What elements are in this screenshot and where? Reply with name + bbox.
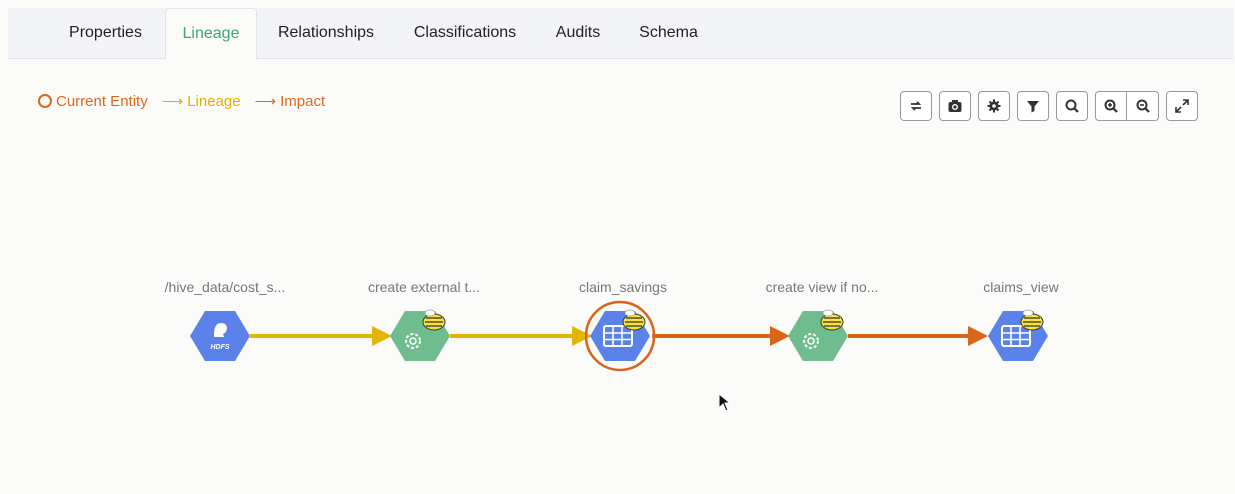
impact-edge <box>848 326 988 346</box>
node-label: claims_view <box>983 279 1059 295</box>
mouse-cursor-icon <box>718 393 732 412</box>
svg-text:HDFS: HDFS <box>210 344 229 351</box>
node-label: create view if no... <box>765 279 879 295</box>
node-label: /hive_data/cost_s... <box>164 279 286 295</box>
node-process[interactable] <box>390 309 450 361</box>
node-label: create external t... <box>367 279 481 295</box>
node-table[interactable] <box>988 309 1048 361</box>
hive-bee-icon <box>622 309 646 331</box>
node-hdfs[interactable]: HDFS <box>190 311 250 361</box>
node-table-current[interactable] <box>584 300 656 372</box>
hive-bee-icon <box>820 309 844 331</box>
hive-bee-icon <box>422 309 446 331</box>
node-label: claim_savings <box>579 279 667 295</box>
node-process[interactable] <box>788 309 848 361</box>
hive-bee-icon <box>1020 309 1044 331</box>
lineage-graph: HDFS <box>190 300 1048 372</box>
lineage-edge <box>250 326 392 346</box>
impact-edge <box>652 326 790 346</box>
lineage-edge <box>450 326 592 346</box>
